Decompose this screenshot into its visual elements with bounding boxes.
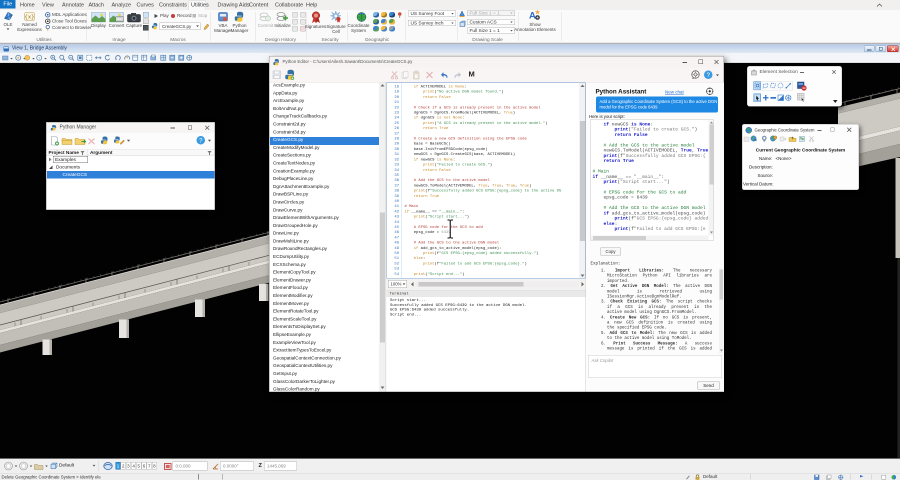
svg-text:{x}: {x} [25, 14, 35, 21]
svg-text:A: A [529, 11, 536, 22]
